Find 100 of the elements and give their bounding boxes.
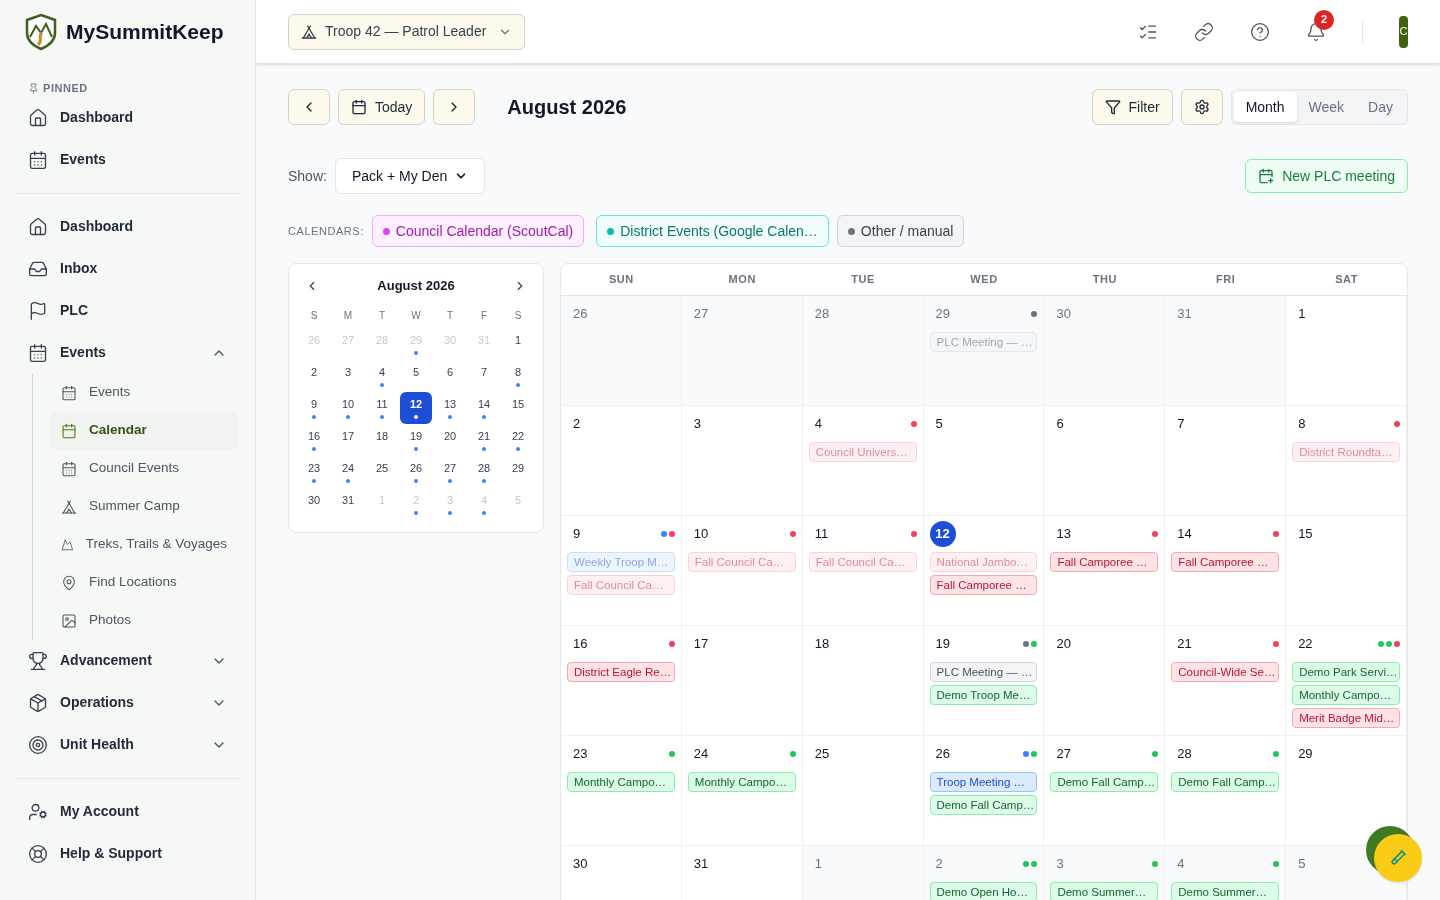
day-number[interactable]: 21: [1171, 634, 1198, 654]
day-number[interactable]: 9: [567, 524, 587, 544]
filter-button[interactable]: Filter: [1091, 89, 1173, 125]
mini-day[interactable]: 4: [366, 359, 398, 392]
mini-day[interactable]: 25: [366, 455, 398, 488]
day-number[interactable]: 31: [1171, 304, 1198, 324]
mini-day[interactable]: 19: [400, 423, 432, 456]
day-number[interactable]: 27: [687, 304, 715, 324]
event-chip[interactable]: Demo Park Servi…: [1292, 662, 1400, 682]
view-tab[interactable]: Month: [1233, 92, 1297, 122]
event-chip[interactable]: Monthly Campo…: [567, 772, 675, 792]
mini-day[interactable]: 3: [332, 359, 364, 392]
mini-day[interactable]: 5: [400, 359, 432, 392]
calendar-chip[interactable]: Other / manual: [836, 215, 965, 247]
mini-day[interactable]: 31: [332, 487, 364, 520]
day-number[interactable]: 7: [1171, 414, 1191, 434]
event-chip[interactable]: Monthly Campo…: [1292, 685, 1400, 705]
mini-day[interactable]: 29: [502, 455, 534, 488]
event-chip[interactable]: Fall Camporee …: [1050, 552, 1159, 572]
day-number[interactable]: 2: [567, 414, 587, 434]
day-number[interactable]: 4: [808, 414, 828, 434]
day-number[interactable]: 20: [1050, 634, 1077, 654]
show-select[interactable]: Pack + My Den: [334, 158, 485, 194]
nav-item[interactable]: Events: [16, 331, 239, 374]
day-number[interactable]: 1: [808, 854, 828, 874]
day-number[interactable]: 1: [1292, 304, 1312, 324]
nav-item[interactable]: My Account: [16, 790, 239, 833]
nav-item[interactable]: Operations: [16, 681, 239, 724]
day-number[interactable]: 28: [808, 304, 836, 324]
day-number[interactable]: 11: [808, 524, 835, 544]
day-number[interactable]: 26: [567, 304, 594, 324]
mini-day[interactable]: 7: [468, 359, 500, 392]
link-icon[interactable]: [1194, 21, 1214, 42]
today-button[interactable]: Today: [338, 89, 426, 125]
event-chip[interactable]: Demo Fall Camp…: [929, 795, 1038, 815]
nav-item[interactable]: Unit Health: [16, 723, 239, 766]
nav-item[interactable]: Dashboard: [16, 96, 239, 139]
day-number[interactable]: 23: [567, 744, 594, 764]
mini-day[interactable]: 11: [366, 391, 398, 424]
mini-day[interactable]: 2: [298, 359, 330, 392]
day-number[interactable]: 22: [1292, 634, 1319, 654]
help-icon[interactable]: [1250, 21, 1270, 42]
avatar[interactable]: C: [1399, 15, 1408, 48]
mini-day[interactable]: 9: [298, 391, 330, 424]
nav-item[interactable]: Dashboard: [16, 205, 239, 248]
day-number[interactable]: 2: [929, 854, 949, 874]
event-chip[interactable]: Monthly Campo…: [687, 772, 796, 792]
nav-subitem[interactable]: Find Locations: [49, 563, 239, 602]
nav-item[interactable]: Inbox: [16, 247, 239, 290]
day-number[interactable]: 3: [687, 414, 708, 434]
mini-day[interactable]: 8: [502, 359, 534, 392]
day-number[interactable]: 5: [929, 414, 949, 434]
nav-item[interactable]: Advancement: [16, 639, 239, 682]
nav-subitem[interactable]: Photos: [49, 601, 239, 640]
mini-day[interactable]: 12: [400, 391, 432, 424]
event-chip[interactable]: Troop Meeting …: [929, 772, 1038, 792]
event-chip[interactable]: Demo Summer…: [1050, 882, 1159, 900]
event-chip[interactable]: Demo Summer…: [1171, 882, 1280, 900]
mini-day[interactable]: 14: [468, 391, 500, 424]
settings-button[interactable]: [1180, 89, 1223, 125]
mini-day[interactable]: 1: [502, 327, 534, 360]
mini-day[interactable]: 21: [468, 423, 500, 456]
mini-day[interactable]: 6: [434, 359, 466, 392]
floating-action-button[interactable]: [1366, 826, 1424, 884]
day-number[interactable]: 28: [1171, 744, 1198, 764]
day-number[interactable]: 8: [1292, 414, 1312, 434]
mini-day[interactable]: 20: [434, 423, 466, 456]
day-number[interactable]: 16: [567, 634, 594, 654]
mini-day[interactable]: 15: [502, 391, 534, 424]
mini-day[interactable]: 13: [434, 391, 466, 424]
day-number[interactable]: 14: [1171, 524, 1198, 544]
nav-subitem[interactable]: Treks, Trails & Voyages: [49, 525, 239, 564]
nav-item[interactable]: PLC: [16, 289, 239, 332]
mini-day[interactable]: 26: [400, 455, 432, 488]
event-chip[interactable]: Demo Open Ho…: [929, 882, 1038, 900]
mini-day[interactable]: 28: [468, 455, 500, 488]
event-chip[interactable]: Fall Camporee …: [929, 575, 1038, 595]
day-number[interactable]: 29: [929, 304, 957, 324]
day-number[interactable]: 17: [687, 634, 715, 654]
view-tab[interactable]: Week: [1296, 92, 1357, 122]
day-number[interactable]: 29: [1292, 744, 1319, 764]
bell-icon[interactable]: [1306, 21, 1326, 42]
mini-day[interactable]: 17: [332, 423, 364, 456]
event-chip[interactable]: Merit Badge Mid…: [1292, 708, 1400, 728]
day-number[interactable]: 4: [1171, 854, 1191, 874]
day-number[interactable]: 5: [1292, 854, 1312, 874]
day-number[interactable]: 10: [687, 524, 715, 544]
day-number[interactable]: 24: [687, 744, 715, 764]
view-tab[interactable]: Day: [1356, 92, 1405, 122]
mini-day[interactable]: 22: [502, 423, 534, 456]
day-number[interactable]: 15: [1292, 524, 1319, 544]
day-number[interactable]: 12: [929, 521, 956, 547]
unit-selector[interactable]: Troop 42 — Patrol Leader: [288, 13, 526, 50]
nav-subitem[interactable]: Calendar: [49, 411, 239, 450]
day-number[interactable]: 19: [929, 634, 957, 654]
day-number[interactable]: 27: [1050, 744, 1077, 764]
mini-day[interactable]: 24: [332, 455, 364, 488]
event-chip[interactable]: Demo Fall Camp…: [1050, 772, 1159, 792]
nav-subitem[interactable]: Summer Camp: [49, 487, 239, 526]
day-number[interactable]: 3: [1050, 854, 1070, 874]
